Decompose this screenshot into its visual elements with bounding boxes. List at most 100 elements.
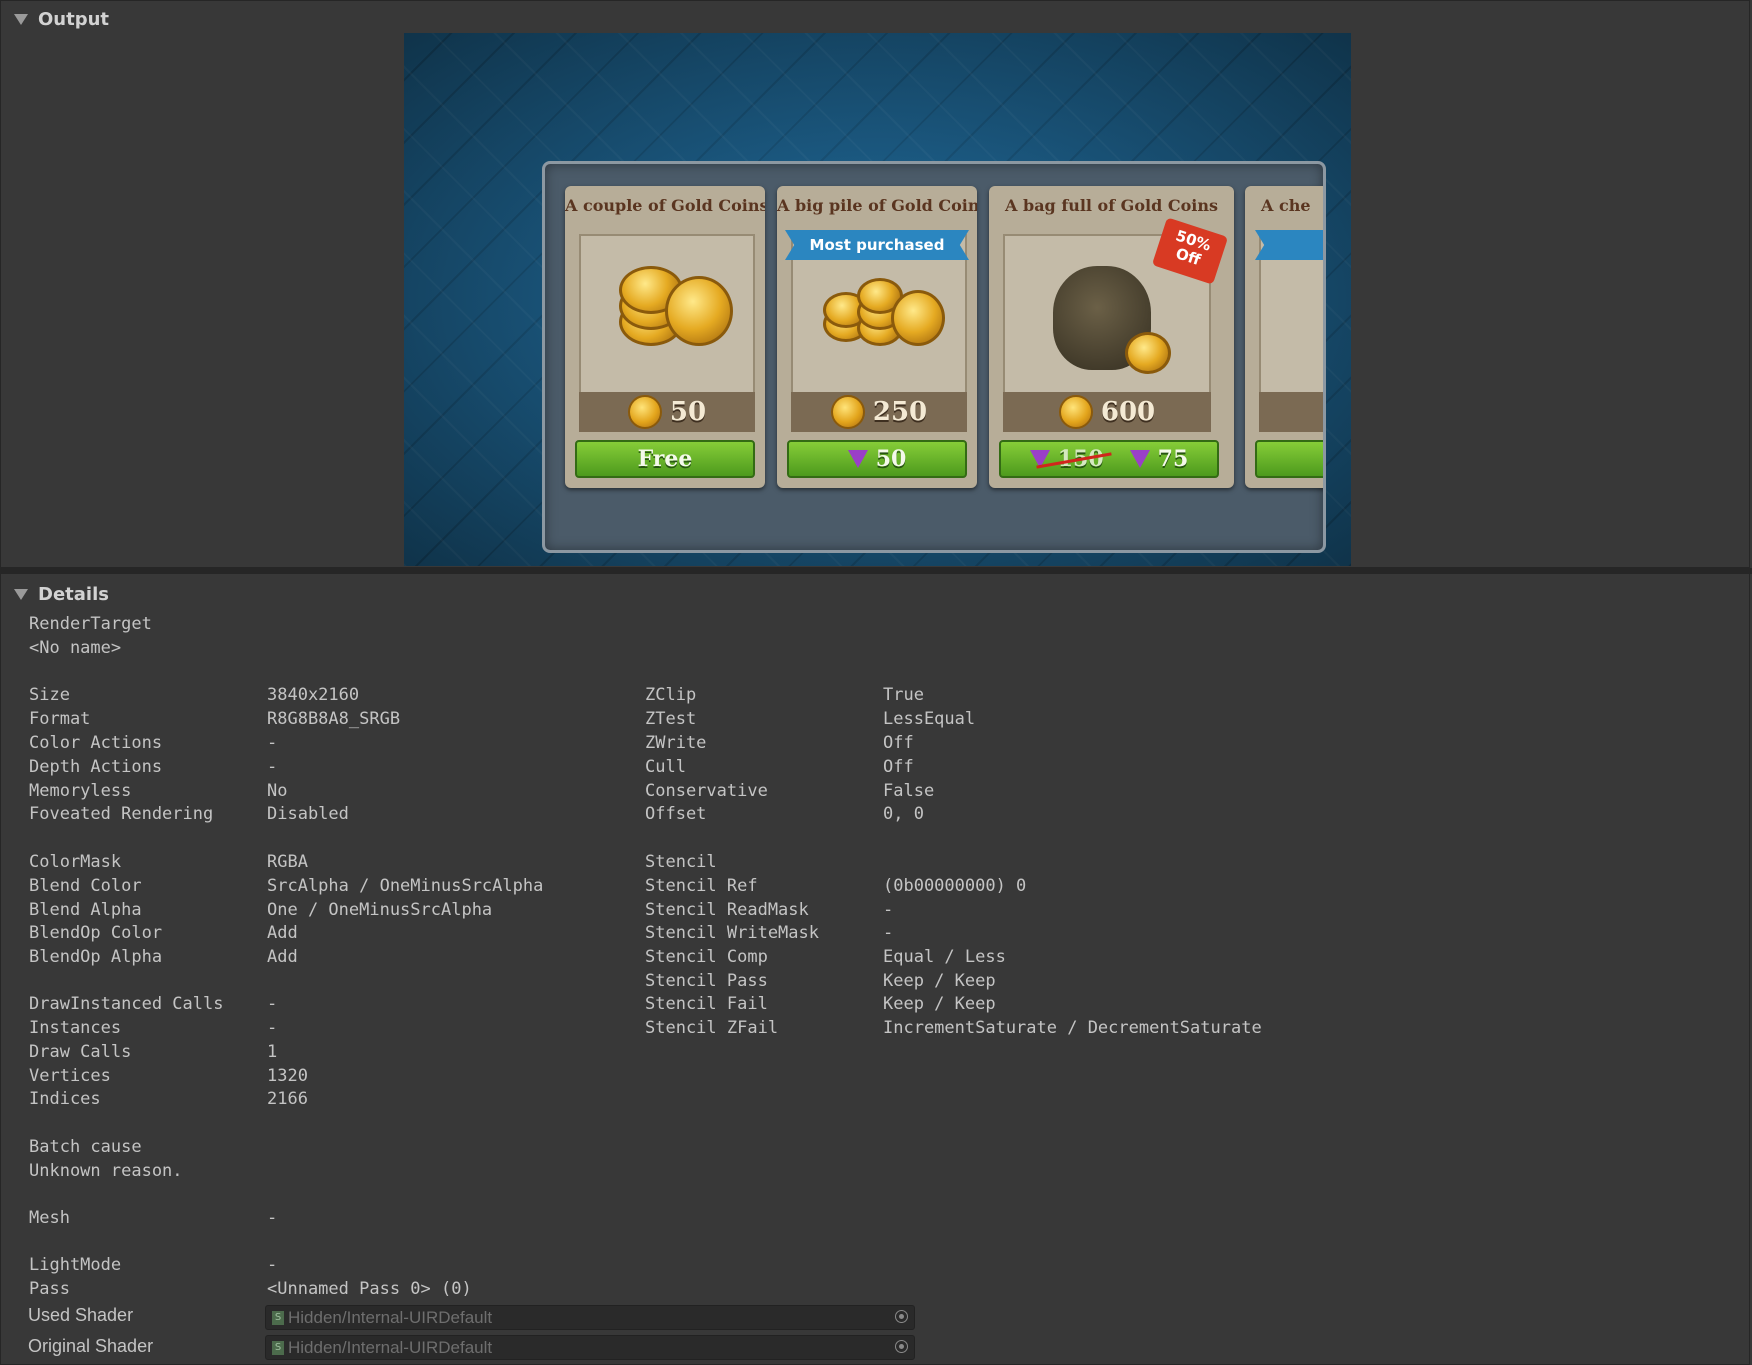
output-panel-header[interactable]: Output — [0, 2, 1750, 36]
detail-label: Draw Calls — [29, 1042, 132, 1062]
detail-value: RGBA — [267, 852, 308, 872]
output-panel-title: Output — [38, 8, 110, 30]
details-panel-title: Details — [38, 583, 109, 605]
detail-value: 1 — [267, 1042, 278, 1062]
shop-card: A big pile of Gold Coins Most purchased … — [777, 186, 977, 488]
shop-frame: A couple of Gold Coins 50 Free A big pil… — [542, 161, 1326, 553]
most-purchased-ribbon: Most purchased — [785, 230, 969, 260]
buy-button[interactable]: 150 75 — [999, 440, 1219, 478]
detail-label: Stencil Fail — [645, 994, 768, 1014]
detail-label: Cull — [645, 757, 686, 777]
detail-label: Depth Actions — [29, 757, 163, 777]
gem-icon — [1129, 450, 1150, 468]
detail-value: Add — [267, 947, 298, 967]
detail-label: Format — [29, 709, 91, 729]
gold-coins-icon — [579, 234, 755, 394]
detail-label: Instances — [29, 1018, 122, 1038]
detail-value: - — [883, 900, 894, 920]
detail-value: - — [267, 994, 278, 1014]
render-target-label: RenderTarget — [29, 614, 152, 634]
free-button[interactable]: Free — [575, 440, 755, 478]
detail-value: 2166 — [267, 1089, 308, 1109]
render-target-name: <No name> — [29, 638, 122, 658]
shader-icon: S — [272, 1340, 284, 1355]
mesh-label: Mesh — [29, 1208, 70, 1228]
coin-amount: 250 — [791, 392, 967, 432]
detail-label: Stencil ReadMask — [645, 900, 809, 920]
buy-button[interactable]: 50 — [787, 440, 967, 478]
detail-value: R8G8B8A8_SRGB — [267, 709, 401, 729]
detail-label: Stencil Pass — [645, 971, 768, 991]
pass-value: <Unnamed Pass 0> (0) — [267, 1279, 472, 1299]
detail-value: Keep / Keep — [883, 971, 996, 991]
shader-icon: S — [272, 1310, 284, 1325]
object-picker-icon[interactable] — [895, 1310, 908, 1323]
detail-value: - — [883, 923, 894, 943]
coin-icon — [1058, 395, 1093, 429]
detail-label: Stencil WriteMask — [645, 923, 819, 943]
detail-value: One / OneMinusSrcAlpha — [267, 900, 493, 920]
shop-card: A che — [1245, 186, 1323, 488]
detail-value: - — [267, 757, 278, 777]
detail-label: ZTest — [645, 709, 697, 729]
detail-value: Add — [267, 923, 298, 943]
game-preview-image: A couple of Gold Coins 50 Free A big pil… — [404, 33, 1351, 566]
details-panel-header[interactable]: Details — [0, 577, 1750, 611]
card-title: A big pile of Gold Coins — [777, 196, 977, 215]
details-panel — [0, 574, 1750, 1365]
detail-label: Size — [29, 685, 70, 705]
detail-label: Stencil Comp — [645, 947, 768, 967]
foldout-triangle-icon[interactable] — [14, 13, 28, 25]
detail-value: Keep / Keep — [883, 994, 996, 1014]
detail-value: - — [267, 1018, 278, 1038]
lightmode-label: LightMode — [29, 1255, 122, 1275]
lightmode-value: - — [267, 1255, 278, 1275]
detail-label: Stencil Ref — [645, 876, 758, 896]
detail-value: SrcAlpha / OneMinusSrcAlpha — [267, 876, 544, 896]
old-price: 150 — [1057, 446, 1104, 472]
detail-label: Offset — [645, 804, 707, 824]
detail-label: DrawInstanced Calls — [29, 994, 224, 1014]
detail-label: ZClip — [645, 685, 697, 705]
original-shader-label: Original Shader — [28, 1336, 154, 1356]
detail-label: Color Actions — [29, 733, 163, 753]
detail-label: BlendOp Color — [29, 923, 163, 943]
used-shader-value: Hidden/Internal-UIRDefault — [288, 1307, 493, 1327]
card-title: A couple of Gold Coins — [565, 196, 765, 215]
detail-value: No — [267, 781, 288, 801]
detail-label: Blend Alpha — [29, 900, 142, 920]
card-title: A bag full of Gold Coins — [1005, 196, 1218, 215]
detail-value: False — [883, 781, 935, 801]
detail-value: Off — [883, 757, 914, 777]
coin-icon — [627, 395, 662, 429]
foldout-triangle-icon[interactable] — [14, 588, 28, 600]
detail-label: Memoryless — [29, 781, 132, 801]
detail-value: 0, 0 — [883, 804, 924, 824]
shop-card: A couple of Gold Coins 50 Free — [565, 186, 765, 488]
detail-value: IncrementSaturate / DecrementSaturate — [883, 1018, 1262, 1038]
detail-label: BlendOp Alpha — [29, 947, 163, 967]
detail-label: Stencil — [645, 852, 717, 872]
detail-value: LessEqual — [883, 709, 976, 729]
coin-amount: 600 — [1003, 392, 1211, 432]
coin-amount: 50 — [579, 392, 755, 432]
detail-value: 1320 — [267, 1066, 308, 1086]
detail-label: Indices — [29, 1089, 101, 1109]
coin-icon — [830, 395, 865, 429]
object-picker-icon[interactable] — [895, 1340, 908, 1353]
detail-label: ColorMask — [29, 852, 122, 872]
detail-label: Stencil ZFail — [645, 1018, 779, 1038]
shop-card: A bag full of Gold Coins 50% Off 600 150… — [989, 186, 1234, 488]
detail-label: Vertices — [29, 1066, 111, 1086]
original-shader-value: Hidden/Internal-UIRDefault — [288, 1337, 493, 1357]
gem-icon — [847, 450, 868, 468]
original-shader-field[interactable]: S Hidden/Internal-UIRDefault — [265, 1335, 915, 1360]
detail-value: True — [883, 685, 924, 705]
detail-label: ZWrite — [645, 733, 707, 753]
batch-cause-label: Batch cause — [29, 1137, 142, 1157]
detail-value: 3840x2160 — [267, 685, 360, 705]
used-shader-field[interactable]: S Hidden/Internal-UIRDefault — [265, 1305, 915, 1330]
detail-value: Disabled — [267, 804, 349, 824]
detail-label: Blend Color — [29, 876, 142, 896]
detail-value: - — [267, 733, 278, 753]
